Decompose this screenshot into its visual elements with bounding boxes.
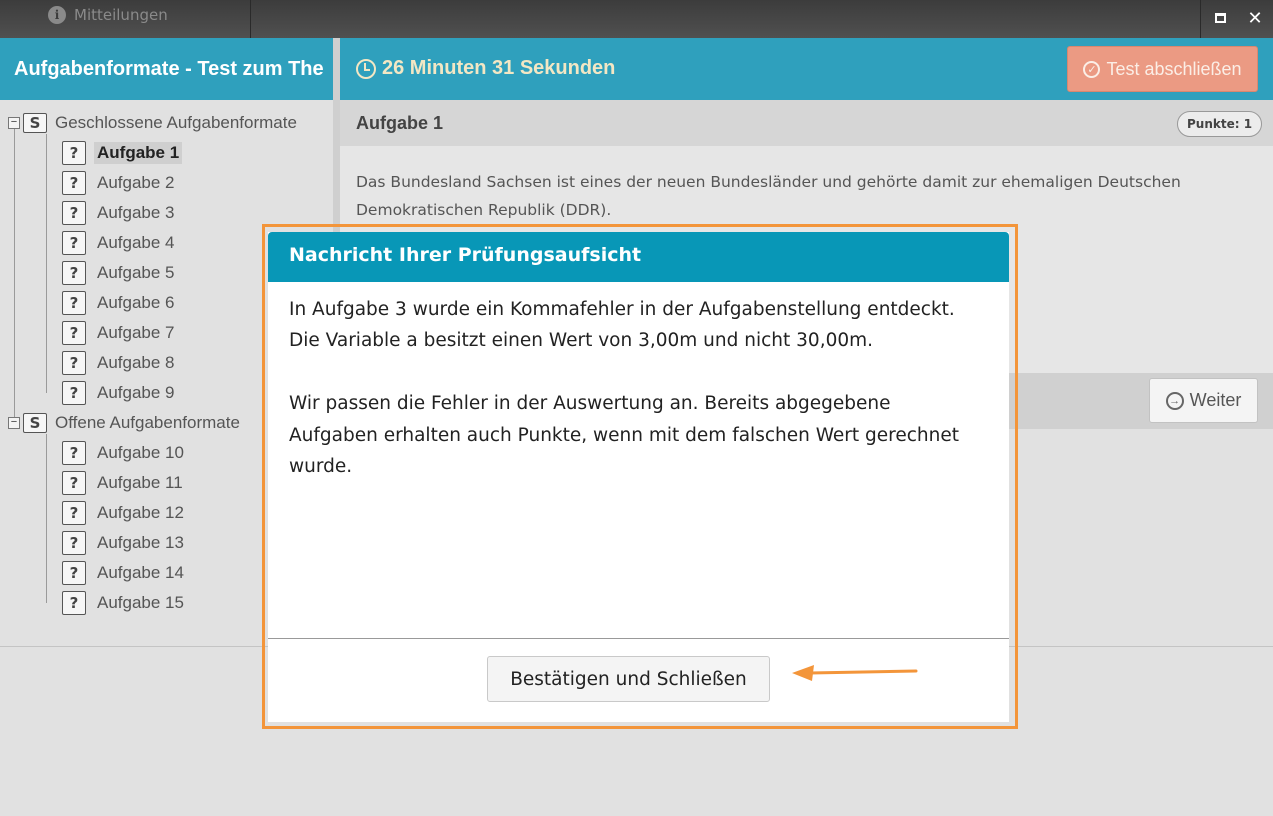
confirm-close-button[interactable]: Bestätigen und Schließen [487,656,770,702]
dialog-divider [268,638,1009,639]
close-icon[interactable]: ✕ [1242,6,1268,30]
question-icon: ? [62,201,86,225]
question-icon: ? [62,441,86,465]
tree-item-aufgabe-10[interactable]: ? Aufgabe 10 [62,440,187,466]
question-icon: ? [62,381,86,405]
next-button[interactable]: → Weiter [1149,378,1258,423]
group-label: Offene Aufgabenformate [55,413,240,432]
question-icon: ? [62,561,86,585]
titlebar-divider [1200,0,1201,38]
annotation-arrow-icon [792,665,918,681]
group-label: Geschlossene Aufgabenformate [55,113,297,132]
titlebar-divider [250,0,251,38]
task-header: Aufgabe 1 Punkte: 1 [340,100,1273,146]
tree-item-label: Aufgabe 4 [97,233,175,252]
tree-item-aufgabe-1[interactable]: ? Aufgabe 1 [62,140,183,166]
tree-item-label: Aufgabe 1 [94,142,183,164]
tree-item-aufgabe-15[interactable]: ? Aufgabe 15 [62,590,187,616]
tree-connector [14,128,15,424]
question-icon: ? [62,501,86,525]
tree-connector [46,434,47,603]
question-icon: ? [62,591,86,615]
tree-item-label: Aufgabe 8 [97,353,175,372]
arrow-right-icon: → [1165,391,1184,410]
task-text: Das Bundesland Sachsen ist eines der neu… [356,173,1181,219]
tree-group-open[interactable]: − S Offene Aufgabenformate [8,411,240,435]
question-icon: ? [62,321,86,345]
clock-icon [356,58,376,79]
tree-connector [46,134,47,393]
tree-group-closed[interactable]: − S Geschlossene Aufgabenformate [8,111,297,135]
tree-item-aufgabe-13[interactable]: ? Aufgabe 13 [62,530,187,556]
tree-item-aufgabe-8[interactable]: ? Aufgabe 8 [62,350,178,376]
countdown-timer: 26 Minuten 31 Sekunden [356,57,615,80]
dialog-body: In Aufgabe 3 wurde ein Kommafehler in de… [289,294,979,482]
check-circle-icon: ✓ [1083,60,1101,78]
question-icon: ? [62,171,86,195]
tree-item-aufgabe-14[interactable]: ? Aufgabe 14 [62,560,187,586]
tree-item-aufgabe-11[interactable]: ? Aufgabe 11 [62,470,186,496]
notifications-menu[interactable]: i Mitteilungen [48,6,168,24]
test-title: Aufgabenformate - Test zum The [0,38,333,100]
question-icon: ? [62,291,86,315]
finish-test-button[interactable]: ✓ Test abschließen [1067,46,1258,92]
tree-item-label: Aufgabe 3 [97,203,175,222]
task-title: Aufgabe 1 [356,113,444,133]
supervisor-message-dialog: Nachricht Ihrer Prüfungsaufsicht In Aufg… [268,232,1009,722]
tree-item-label: Aufgabe 9 [97,383,175,402]
question-icon: ? [62,261,86,285]
question-icon: ? [62,471,86,495]
tree-item-aufgabe-4[interactable]: ? Aufgabe 4 [62,230,178,256]
question-icon: ? [62,351,86,375]
section-icon: S [23,413,47,433]
collapse-icon[interactable]: − [8,117,20,129]
question-icon: ? [62,231,86,255]
tree-item-label: Aufgabe 2 [97,173,175,192]
tree-item-label: Aufgabe 10 [97,443,184,462]
tree-item-label: Aufgabe 12 [97,503,184,522]
test-header: 26 Minuten 31 Sekunden ✓ Test abschließe… [340,38,1273,100]
tree-item-aufgabe-12[interactable]: ? Aufgabe 12 [62,500,187,526]
next-label: Weiter [1189,390,1242,410]
timer-text: 26 Minuten 31 Sekunden [382,57,616,79]
tree-item-aufgabe-6[interactable]: ? Aufgabe 6 [62,290,178,316]
tree-item-label: Aufgabe 15 [97,593,184,612]
tree-item-aufgabe-9[interactable]: ? Aufgabe 9 [62,380,178,406]
tree-item-label: Aufgabe 7 [97,323,175,342]
tree-item-aufgabe-7[interactable]: ? Aufgabe 7 [62,320,178,346]
collapse-icon[interactable]: − [8,417,20,429]
tree-item-label: Aufgabe 14 [97,563,184,582]
question-icon: ? [62,141,86,165]
tree-item-label: Aufgabe 6 [97,293,175,312]
tree-item-label: Aufgabe 11 [97,473,183,492]
dialog-paragraph: In Aufgabe 3 wurde ein Kommafehler in de… [289,299,955,352]
tree-item-label: Aufgabe 13 [97,533,184,552]
finish-test-label: Test abschließen [1106,58,1242,79]
info-icon: i [48,6,66,24]
tree-item-label: Aufgabe 5 [97,263,175,282]
points-badge: Punkte: 1 [1177,111,1263,137]
question-icon: ? [62,531,86,555]
dialog-paragraph: Wir passen die Fehler in der Auswertung … [289,393,960,478]
notifications-label: Mitteilungen [74,6,168,24]
window-titlebar: i Mitteilungen ✕ [0,0,1273,38]
tree-item-aufgabe-3[interactable]: ? Aufgabe 3 [62,200,178,226]
dialog-title: Nachricht Ihrer Prüfungsaufsicht [268,232,1009,282]
section-icon: S [23,113,47,133]
maximize-icon[interactable] [1207,6,1233,30]
tree-item-aufgabe-2[interactable]: ? Aufgabe 2 [62,170,178,196]
tree-item-aufgabe-5[interactable]: ? Aufgabe 5 [62,260,178,286]
